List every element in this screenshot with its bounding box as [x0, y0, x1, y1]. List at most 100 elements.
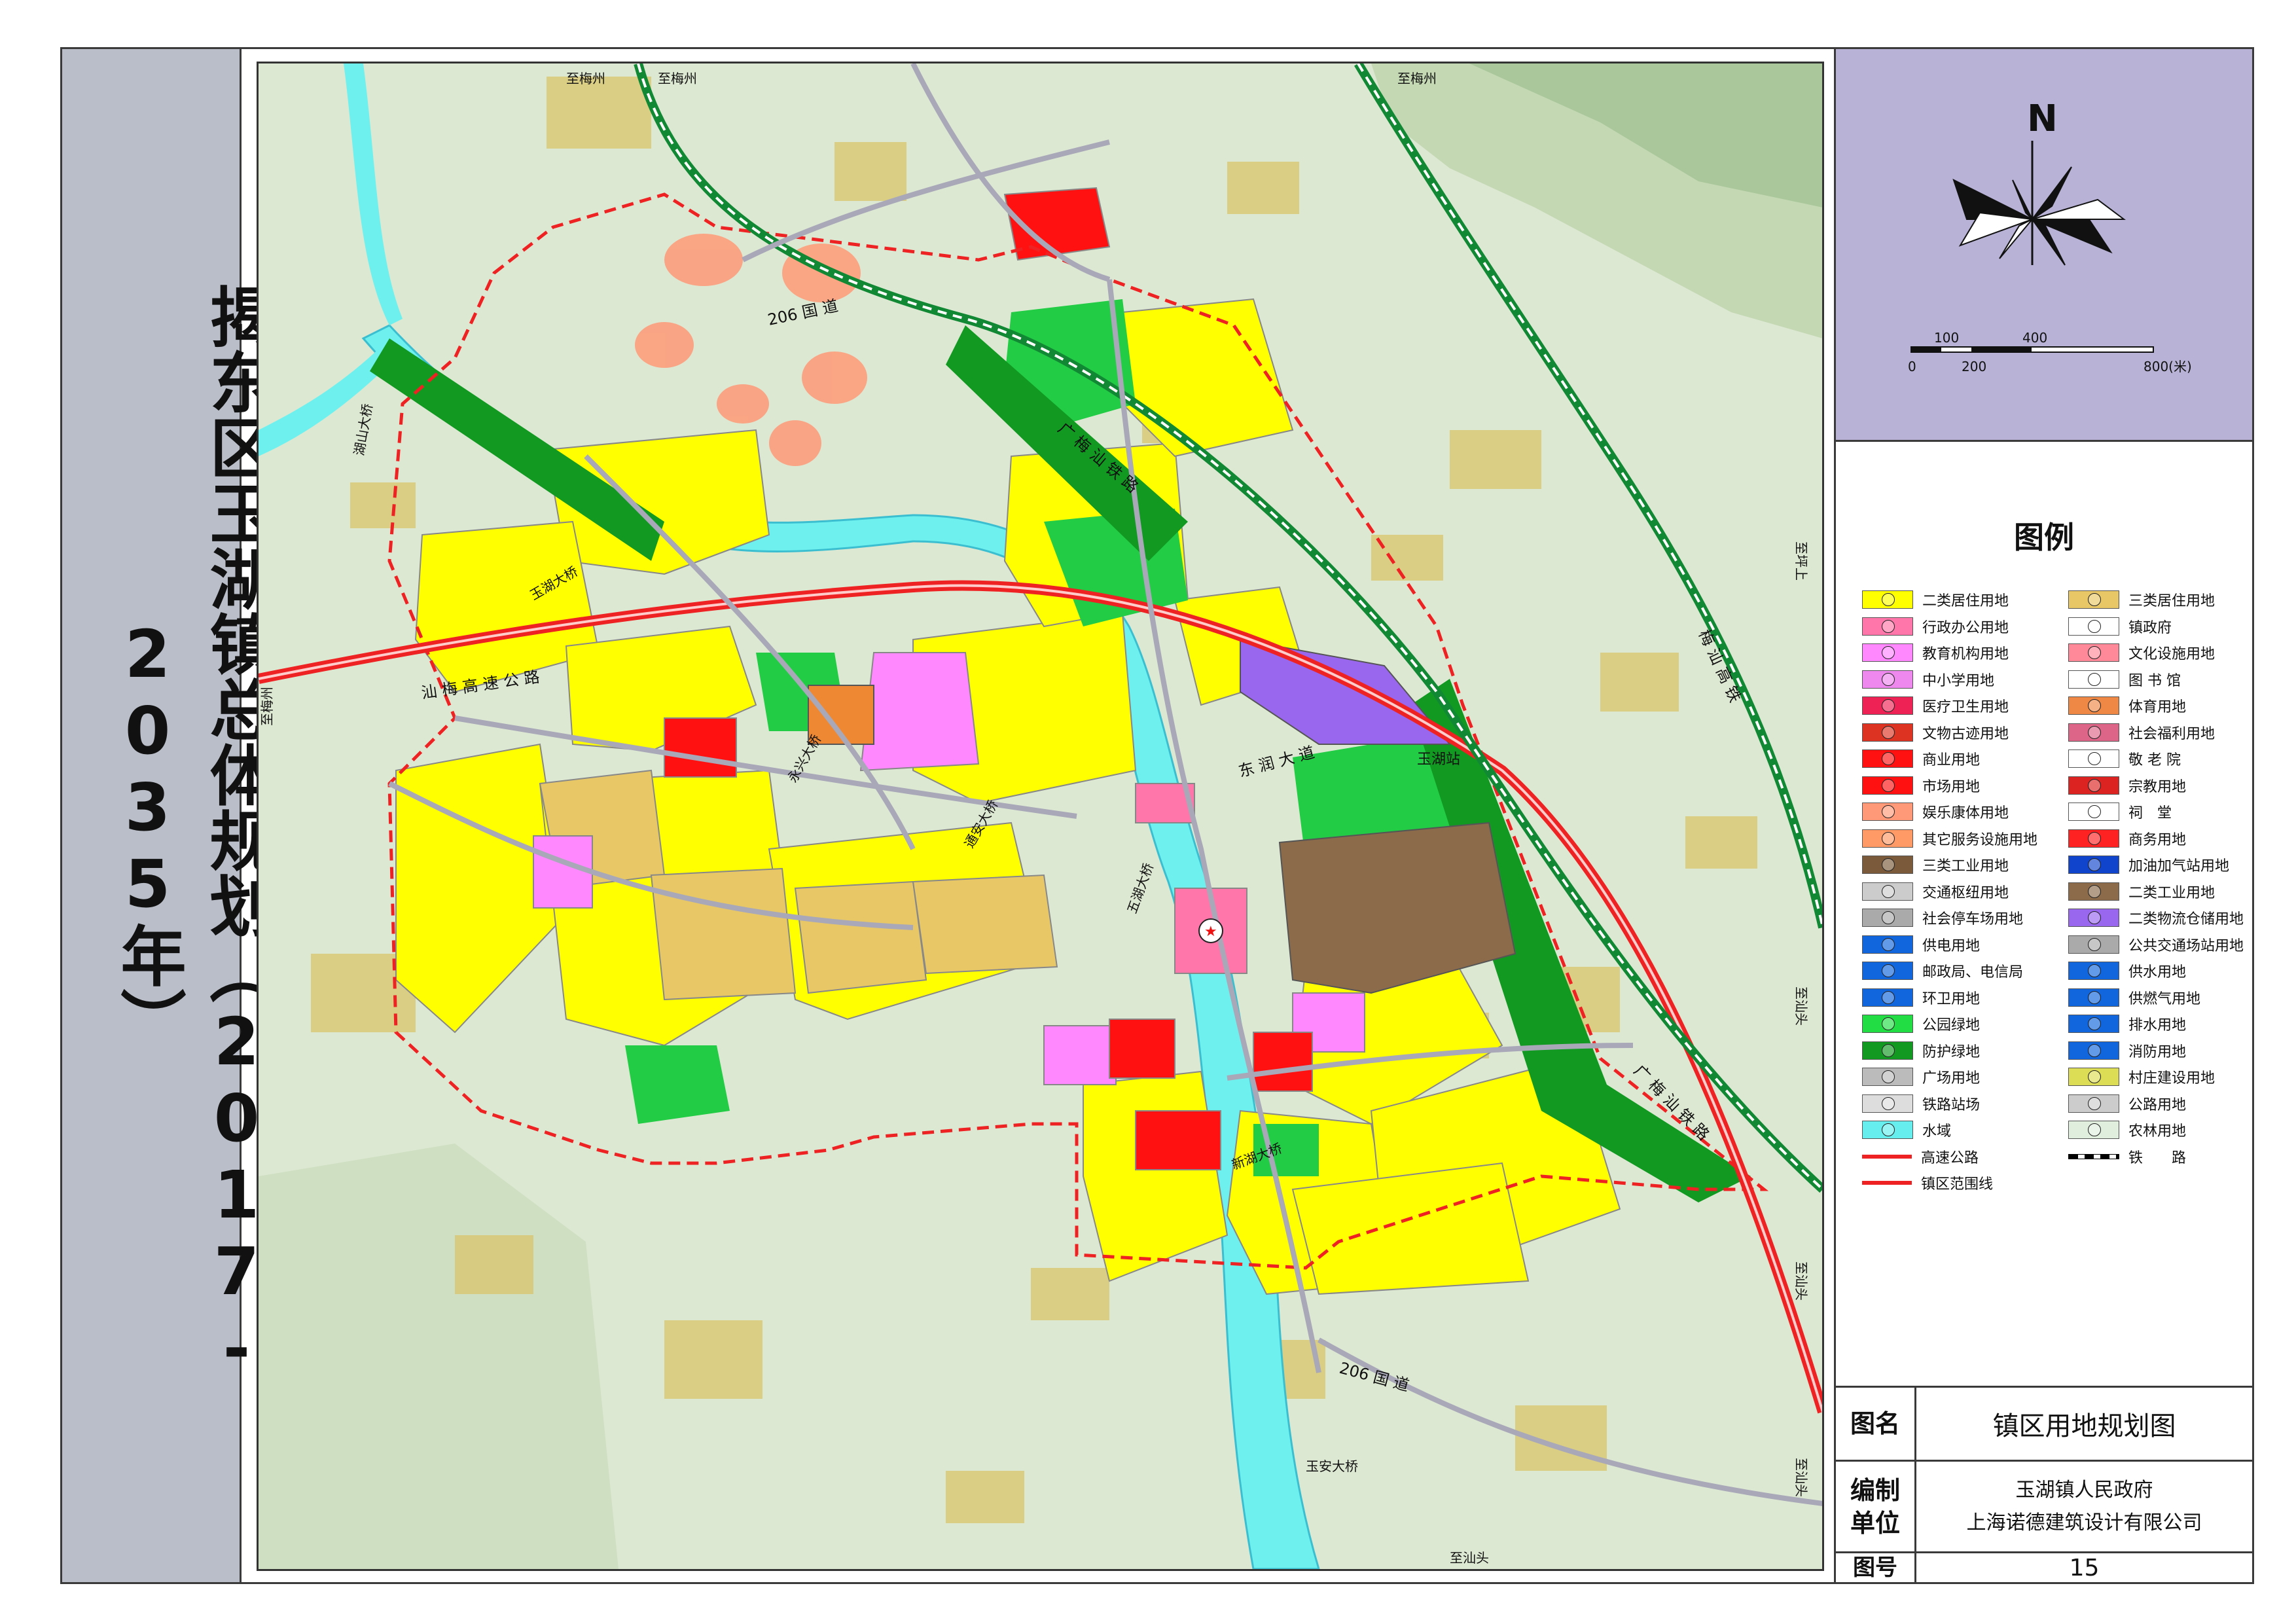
legend-symbol-icon [1882, 1096, 1895, 1110]
legend-label: 二类居住用地 [1922, 593, 2009, 609]
legend-symbol-icon [1882, 1043, 1895, 1057]
legend-label: 环卫用地 [1922, 990, 1981, 1007]
legend-swatch [1862, 988, 1913, 1007]
name-label: 图名 [1836, 1388, 1916, 1460]
legend-label: 其它服务设施用地 [1922, 831, 2038, 848]
legend-label: 社会停车场用地 [1922, 911, 2024, 928]
legend-item: 水域 [1862, 1119, 1951, 1140]
legend-swatch [1862, 909, 1913, 927]
label-to-shantou-4: 至汕头 [1450, 1550, 1489, 1566]
legend-swatch [2068, 856, 2119, 874]
label-to-shantou-3: 至汕头 [1793, 1458, 1809, 1497]
legend-swatch [2068, 696, 2119, 715]
legend-symbol-icon [1882, 937, 1895, 951]
legend-item: 铁 路 [2068, 1146, 2186, 1167]
legend-item: 镇区范围线 [1862, 1172, 1993, 1193]
label-to-meizhou-3: 至梅州 [1397, 71, 1437, 86]
legend-symbol-icon [2088, 1096, 2101, 1110]
legend-swatch [2068, 749, 2119, 768]
legend-swatch [2068, 1153, 2119, 1159]
legend-symbol-icon [1882, 805, 1895, 818]
legend-swatch [2068, 670, 2119, 689]
legend-symbol-icon [1882, 1070, 1895, 1083]
legend-label: 水域 [1922, 1123, 1952, 1140]
map-name-value: 镇区用地规划图 [1992, 1411, 2176, 1441]
number-label: 图号 [1836, 1553, 1916, 1582]
title-block-compiler-row: 编制单位 玉湖镇人民政府 上海诺德建筑设计有限公司 [1836, 1462, 2252, 1553]
legend-item: 教育机构用地 [1862, 642, 2009, 663]
legend-swatch [2068, 1094, 2119, 1113]
legend-label: 高速公路 [1921, 1149, 1979, 1166]
legend-label: 二类物流仓储用地 [2128, 911, 2244, 928]
label-to-shantou-2: 至汕头 [1793, 1261, 1809, 1301]
legend-label: 铁 路 [2128, 1149, 2187, 1166]
legend-symbol-icon [2088, 672, 2101, 686]
legend-item: 防护绿地 [1862, 1040, 1980, 1061]
scale-bar: 100 400 0 200 800(米) [1908, 330, 2192, 374]
legend-symbol-icon [1882, 593, 1895, 606]
legend-item: 其它服务设施用地 [1862, 828, 2037, 849]
legend-label: 文物古迹用地 [1922, 725, 2009, 742]
legend-swatch [1862, 935, 1913, 954]
plan-title: 揭东区玉湖镇总体规划（2017-2035年） [109, 283, 275, 1386]
legend-symbol-icon [2088, 646, 2101, 659]
legend-item: 宗教用地 [2068, 775, 2186, 796]
legend-symbol-icon [2088, 593, 2101, 606]
legend-swatch [2068, 1015, 2119, 1033]
legend-swatch [1862, 1121, 1913, 1139]
legend-label: 行政办公用地 [1922, 619, 2009, 636]
compiler-line-1: 玉湖镇人民政府 [2015, 1478, 2153, 1502]
label-to-shantou-1: 至汕头 [1793, 986, 1809, 1026]
legend-symbol-icon [1882, 911, 1895, 924]
legend-item: 祠 堂 [2068, 801, 2172, 822]
legend-swatch [1862, 696, 1913, 715]
label-yuan-bridge: 玉安大桥 [1306, 1458, 1358, 1474]
scale-tick-0: 0 [1908, 359, 1916, 374]
legend-label: 教育机构用地 [1922, 646, 2009, 662]
legend-swatch [2068, 776, 2119, 795]
legend-item: 三类居住用地 [2068, 589, 2215, 610]
legend-symbol-icon [2088, 619, 2101, 633]
legend-item: 镇政府 [2068, 616, 2172, 637]
land-use-map: 至梅州 至梅州 至梅州 至梅州 至坪上 至汕头 至汕头 至汕头 至汕头 206 … [257, 62, 1824, 1571]
legend-label: 广场用地 [1922, 1070, 1981, 1087]
legend-symbol-icon [1882, 752, 1895, 765]
legend-swatch [1862, 803, 1913, 821]
legend-symbol-icon [2088, 752, 2101, 765]
legend-swatch [1862, 776, 1913, 795]
legend-item: 公路用地 [2068, 1093, 2186, 1114]
legend-swatch [2068, 1041, 2119, 1060]
scale-tick-100: 100 [1934, 330, 1959, 346]
legend-symbol-icon [2088, 990, 2101, 1004]
legend-item: 交通枢纽用地 [1862, 881, 2009, 902]
legend-label: 商业用地 [1922, 752, 1981, 768]
legend-item: 广场用地 [1862, 1066, 1980, 1087]
legend-label: 图 书 馆 [2128, 672, 2181, 689]
legend-label: 中小学用地 [1922, 672, 1995, 689]
legend-item: 图 书 馆 [2068, 669, 2181, 690]
legend-symbol-icon [1882, 672, 1895, 686]
legend-symbol-icon [1882, 858, 1895, 871]
title-strip: 揭东区玉湖镇总体规划（2017-2035年） [62, 49, 275, 1582]
legend-label: 医疗卫生用地 [1922, 699, 2009, 715]
legend-label: 娱乐康体用地 [1922, 805, 2009, 821]
legend-swatch [2068, 829, 2119, 848]
legend-label: 商务用地 [2128, 831, 2187, 848]
legend-item: 医疗卫生用地 [1862, 695, 2009, 716]
legend-label: 敬 老 院 [2128, 752, 2181, 768]
legend-item: 行政办公用地 [1862, 616, 2009, 637]
legend-symbol-icon [2088, 699, 2101, 712]
legend-item: 商务用地 [2068, 828, 2186, 849]
legend-symbol-icon [2088, 911, 2101, 924]
legend-swatch [1862, 1068, 1913, 1086]
legend-symbol-icon [2088, 778, 2101, 792]
legend-swatch [2068, 1121, 2119, 1139]
legend-item: 环卫用地 [1862, 987, 1980, 1008]
legend-label: 公路用地 [2128, 1096, 2187, 1113]
legend-swatch [1862, 1015, 1913, 1033]
label-to-meizhou-2: 至梅州 [658, 71, 697, 86]
legend-label: 社会福利用地 [2128, 725, 2215, 742]
legend-symbol-icon [1882, 1123, 1895, 1136]
scale-tick-400: 400 [2022, 330, 2047, 346]
legend-label: 公共交通场站用地 [2128, 937, 2244, 954]
